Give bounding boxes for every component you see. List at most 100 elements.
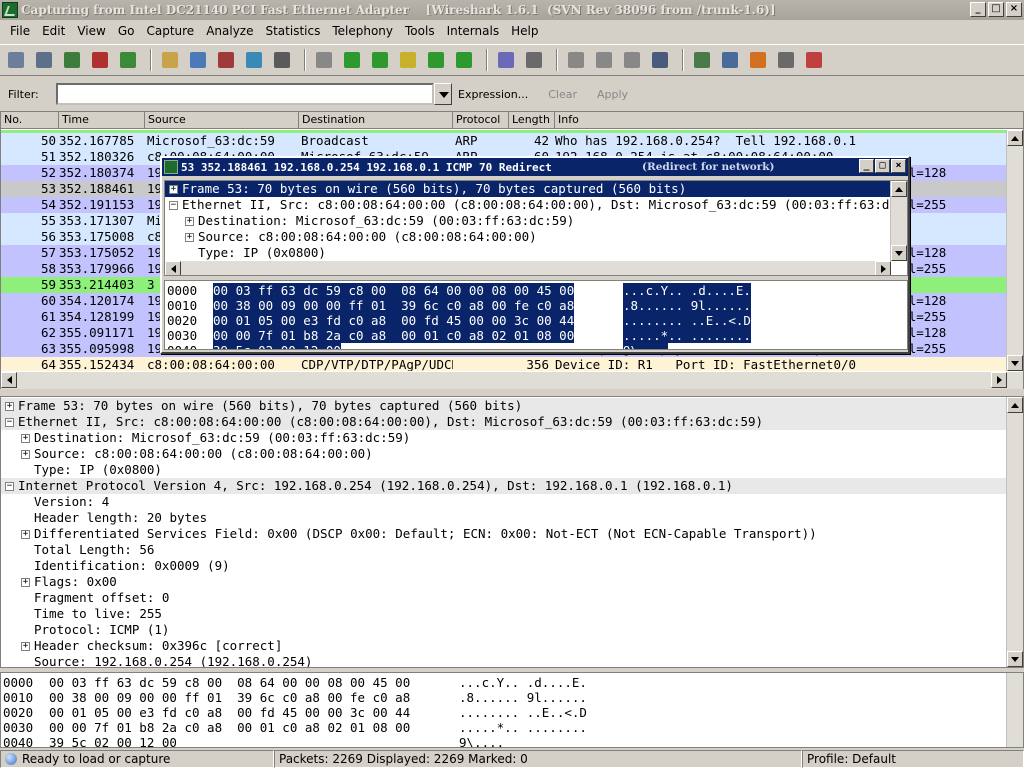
print-button[interactable] xyxy=(270,48,294,72)
tree-item[interactable]: Fragment offset: 0 xyxy=(1,590,1006,606)
column-no[interactable]: No. xyxy=(1,112,59,128)
expert-info-icon[interactable] xyxy=(5,753,17,765)
tree-item[interactable]: + Frame 53: 70 bytes on wire (560 bits), … xyxy=(1,398,1006,414)
scroll-up-arrow[interactable] xyxy=(1007,130,1023,146)
forward-button[interactable] xyxy=(368,48,392,72)
expand-icon[interactable]: + xyxy=(21,641,30,651)
popup-tree-vertical-scrollbar[interactable] xyxy=(890,181,907,261)
colorize-button[interactable] xyxy=(494,48,518,72)
display-filters-button[interactable] xyxy=(718,48,742,72)
ascii-bytes[interactable]: .....*.. ........ xyxy=(459,720,659,735)
popup-close-button[interactable]: × xyxy=(891,159,906,173)
menu-capture[interactable]: Capture xyxy=(140,24,200,38)
hex-bytes[interactable]: 00 38 00 09 00 00 ff 01 39 6c c0 a8 00 f… xyxy=(213,298,623,313)
menu-telephony[interactable]: Telephony xyxy=(326,24,399,38)
collapse-icon[interactable]: − xyxy=(5,417,14,427)
popup-tree-horizontal-scrollbar[interactable] xyxy=(165,261,891,275)
hex-bytes[interactable]: 00 00 7f 01 b8 2a c0 a8 00 01 c0 a8 02 0… xyxy=(213,328,623,343)
zoom-in-button[interactable] xyxy=(564,48,588,72)
details-vertical-scrollbar[interactable] xyxy=(1006,397,1023,667)
scroll-right-arrow[interactable] xyxy=(991,372,1007,388)
tree-item[interactable]: − Ethernet II, Src: c8:00:08:64:00:00 (c8… xyxy=(165,197,891,213)
menu-internals[interactable]: Internals xyxy=(441,24,506,38)
expression-button[interactable]: Expression... xyxy=(458,88,528,101)
tree-item[interactable]: + Header checksum: 0x396c [correct] xyxy=(1,638,1006,654)
filter-input[interactable] xyxy=(56,83,434,105)
expand-icon[interactable]: + xyxy=(185,232,194,242)
menu-file[interactable]: File xyxy=(4,24,36,38)
packet-row[interactable]: 50 352.167785 Microsof_63:dc:59 Broadcast AR… xyxy=(1,133,1007,149)
help-button[interactable] xyxy=(802,48,826,72)
maximize-button[interactable]: □ xyxy=(988,2,1004,17)
popup-scroll-down-arrow[interactable] xyxy=(891,245,907,261)
zoom-out-button[interactable] xyxy=(592,48,616,72)
packet-row[interactable]: 64 355.152434 c8:00:08:64:00:00 CDP/VTP/DTP… xyxy=(1,357,1007,371)
menu-view[interactable]: View xyxy=(71,24,111,38)
ascii-bytes[interactable]: .....*.. ........ xyxy=(623,328,823,343)
hex-bytes[interactable]: 00 38 00 09 00 00 ff 01 39 6c c0 a8 00 f… xyxy=(49,690,459,705)
hex-bytes[interactable]: 39 5c 02 00 12 00 xyxy=(213,343,623,349)
open-file-button[interactable] xyxy=(158,48,182,72)
tree-item[interactable]: Identification: 0x0009 (9) xyxy=(1,558,1006,574)
menu-analyze[interactable]: Analyze xyxy=(200,24,259,38)
ascii-bytes[interactable]: ........ ..E..<.D xyxy=(459,705,659,720)
coloring-rules-button[interactable] xyxy=(746,48,770,72)
tree-item[interactable]: + Source: c8:00:08:64:00:00 (c8:00:08:64:… xyxy=(1,446,1006,462)
column-info[interactable]: Info xyxy=(555,112,1007,128)
popup-maximize-button[interactable]: □ xyxy=(875,159,890,173)
stop-capture-button[interactable] xyxy=(88,48,112,72)
tree-item[interactable]: Version: 4 xyxy=(1,494,1006,510)
bytes-vertical-scrollbar[interactable] xyxy=(1006,673,1023,747)
zoom-normal-button[interactable] xyxy=(620,48,644,72)
packet-list-horizontal-scrollbar[interactable] xyxy=(1,372,1023,389)
expand-icon[interactable]: + xyxy=(185,216,194,226)
popup-minimize-button[interactable]: _ xyxy=(859,159,874,173)
apply-button[interactable]: Apply xyxy=(597,88,628,101)
popup-scroll-right-arrow[interactable] xyxy=(875,261,891,275)
capture-options-button[interactable] xyxy=(32,48,56,72)
column-source[interactable]: Source xyxy=(145,112,299,128)
close-file-button[interactable] xyxy=(214,48,238,72)
tree-item[interactable]: Source: 192.168.0.254 (192.168.0.254) xyxy=(1,654,1006,667)
expand-icon[interactable]: + xyxy=(21,529,30,539)
hex-bytes[interactable]: 00 03 ff 63 dc 59 c8 00 08 64 00 00 08 0… xyxy=(49,675,459,690)
menu-tools[interactable]: Tools xyxy=(399,24,441,38)
ascii-bytes[interactable]: ........ ..E..<.D xyxy=(623,313,823,328)
menu-go[interactable]: Go xyxy=(112,24,141,38)
save-file-button[interactable] xyxy=(186,48,210,72)
tree-item[interactable]: Type: IP (0x0800) xyxy=(165,245,891,261)
menu-statistics[interactable]: Statistics xyxy=(259,24,326,38)
preferences-button[interactable] xyxy=(774,48,798,72)
tree-item[interactable]: + Frame 53: 70 bytes on wire (560 bits), … xyxy=(165,181,891,197)
first-packet-button[interactable] xyxy=(424,48,448,72)
scroll-left-arrow[interactable] xyxy=(1,372,17,388)
ascii-bytes[interactable]: 9\.... xyxy=(623,343,823,349)
tree-item[interactable]: Protocol: ICMP (1) xyxy=(1,622,1006,638)
column-time[interactable]: Time xyxy=(59,112,145,128)
expand-icon[interactable]: + xyxy=(21,433,30,443)
tree-item[interactable]: − Ethernet II, Src: c8:00:08:64:00:00 (c8… xyxy=(1,414,1006,430)
hex-bytes[interactable]: 00 01 05 00 e3 fd c0 a8 00 fd 45 00 00 3… xyxy=(213,313,623,328)
collapse-icon[interactable]: − xyxy=(169,200,178,210)
collapse-icon[interactable]: − xyxy=(5,481,14,491)
expand-icon[interactable]: + xyxy=(21,577,30,587)
menu-edit[interactable]: Edit xyxy=(36,24,71,38)
status-profile[interactable]: Profile: Default xyxy=(802,750,1024,768)
expand-icon[interactable]: + xyxy=(21,449,30,459)
tree-item[interactable]: Type: IP (0x0800) xyxy=(1,462,1006,478)
back-button[interactable] xyxy=(340,48,364,72)
hex-bytes[interactable]: 39 5c 02 00 12 00 xyxy=(49,735,459,747)
capture-filters-button[interactable] xyxy=(690,48,714,72)
close-button[interactable]: × xyxy=(1006,2,1022,17)
auto-scroll-button[interactable] xyxy=(522,48,546,72)
find-packet-button[interactable] xyxy=(312,48,336,72)
clear-button[interactable]: Clear xyxy=(548,88,577,101)
scroll-down-arrow[interactable] xyxy=(1007,355,1023,371)
reload-button[interactable] xyxy=(242,48,266,72)
tree-item[interactable]: Header length: 20 bytes xyxy=(1,510,1006,526)
tree-item[interactable]: Total Length: 56 xyxy=(1,542,1006,558)
ascii-bytes[interactable]: .8...... 9l...... xyxy=(623,298,823,313)
ascii-bytes[interactable]: ...c.Y.. .d....E. xyxy=(623,283,823,298)
tree-item[interactable]: + Source: c8:00:08:64:00:00 (c8:00:08:64:… xyxy=(165,229,891,245)
popup-scroll-up-arrow[interactable] xyxy=(891,181,907,197)
